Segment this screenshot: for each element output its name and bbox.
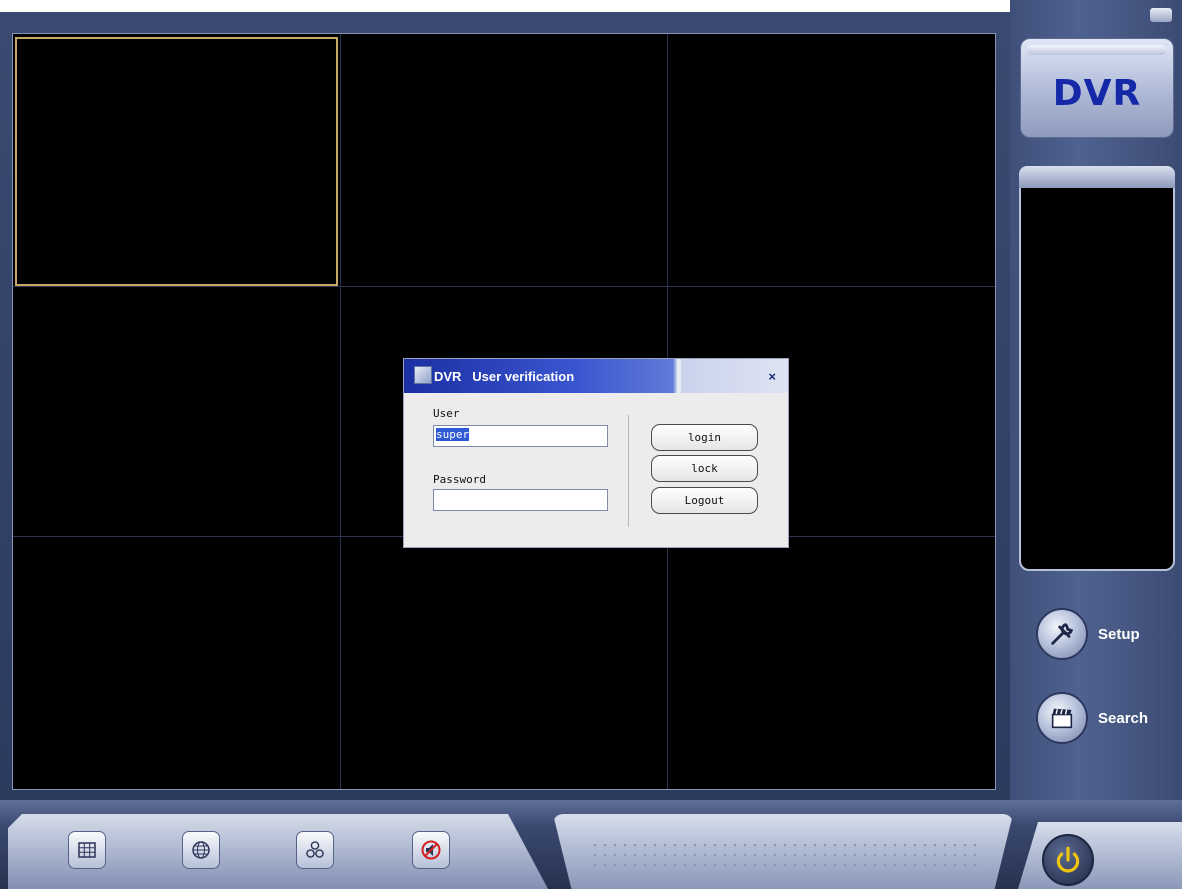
globe-icon [192,841,210,859]
search-label: Search [1098,709,1149,727]
mute-button[interactable] [412,831,450,869]
login-button[interactable]: login [651,424,758,451]
logo-text: DVR [1052,73,1142,114]
lock-button[interactable]: lock [651,455,758,482]
dialog-title-bar: DVR User verification × [404,359,788,393]
setup-button[interactable]: Setup [1036,608,1140,660]
password-label: Password [433,473,486,486]
power-icon [1056,846,1080,873]
app-icon [414,366,432,384]
minimize-button[interactable] [1150,8,1172,22]
network-button[interactable] [182,831,220,869]
search-button[interactable]: Search [1036,692,1148,744]
title-separator [677,359,681,393]
three-circles-icon [306,841,324,858]
info-panel-cap [1019,166,1175,188]
grid-divider [13,286,995,287]
power-button[interactable] [1042,834,1094,886]
video-cell-selected[interactable] [15,37,338,286]
setup-label: Setup [1098,625,1140,643]
user-value: super [436,428,470,441]
dvr-logo: DVR [1020,38,1174,138]
tools-icon [1036,608,1088,660]
status-dots [590,840,980,866]
user-label: User [433,407,460,420]
top-strip [0,0,1010,12]
logo-cap [1027,45,1167,55]
close-icon[interactable]: × [768,369,776,384]
dialog-divider [628,415,629,527]
grid-divider [340,34,341,789]
dialog-title: DVR User verification [434,368,575,384]
grid-layout-icon [78,842,96,858]
logout-button[interactable]: Logout [651,487,758,514]
grid-layout-button[interactable] [68,831,106,869]
info-panel [1019,166,1175,571]
channels-button[interactable] [296,831,334,869]
user-verification-dialog: DVR User verification × User super Passw… [403,358,789,548]
user-field[interactable]: super [433,425,608,447]
clapperboard-icon [1036,692,1088,744]
password-field[interactable] [433,489,608,511]
mute-speaker-icon [421,840,441,860]
